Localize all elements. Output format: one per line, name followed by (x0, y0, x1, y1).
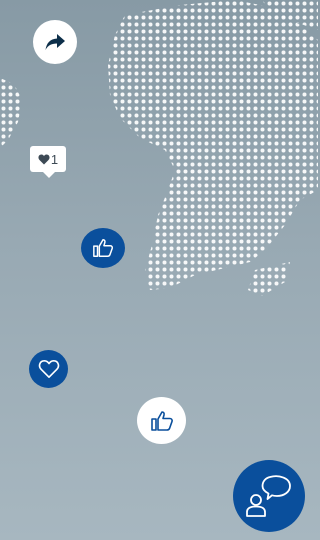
heart-icon (38, 154, 50, 164)
map-continent-main (108, 0, 318, 290)
map-continent-left (0, 78, 22, 148)
heart-outline-icon (38, 360, 59, 378)
chat-user-icon (246, 475, 291, 517)
favorite-button[interactable] (29, 350, 68, 388)
like-button-blue[interactable] (81, 228, 125, 268)
chat-button[interactable] (233, 460, 305, 532)
share-button[interactable] (33, 20, 77, 64)
like-count-badge[interactable]: 1 (30, 146, 66, 178)
thumbs-up-icon (93, 239, 114, 257)
like-button-white[interactable] (137, 397, 186, 444)
world-map-background (0, 0, 318, 296)
like-count-value: 1 (50, 151, 59, 167)
thumbs-up-icon (150, 410, 173, 431)
map-fragment (248, 262, 290, 296)
share-arrow-icon (45, 34, 65, 50)
